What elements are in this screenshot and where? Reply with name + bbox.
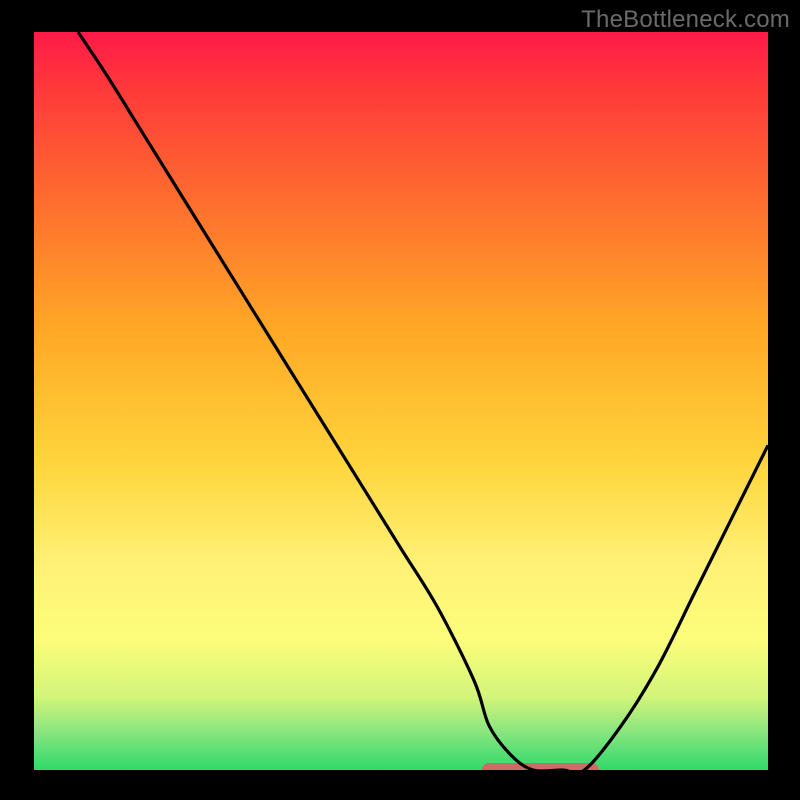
bottleneck-curve: [78, 32, 768, 770]
watermark-text: TheBottleneck.com: [581, 6, 790, 34]
chart-plot-area: [34, 32, 768, 770]
chart-frame: TheBottleneck.com: [0, 0, 800, 800]
chart-svg: [34, 32, 768, 770]
